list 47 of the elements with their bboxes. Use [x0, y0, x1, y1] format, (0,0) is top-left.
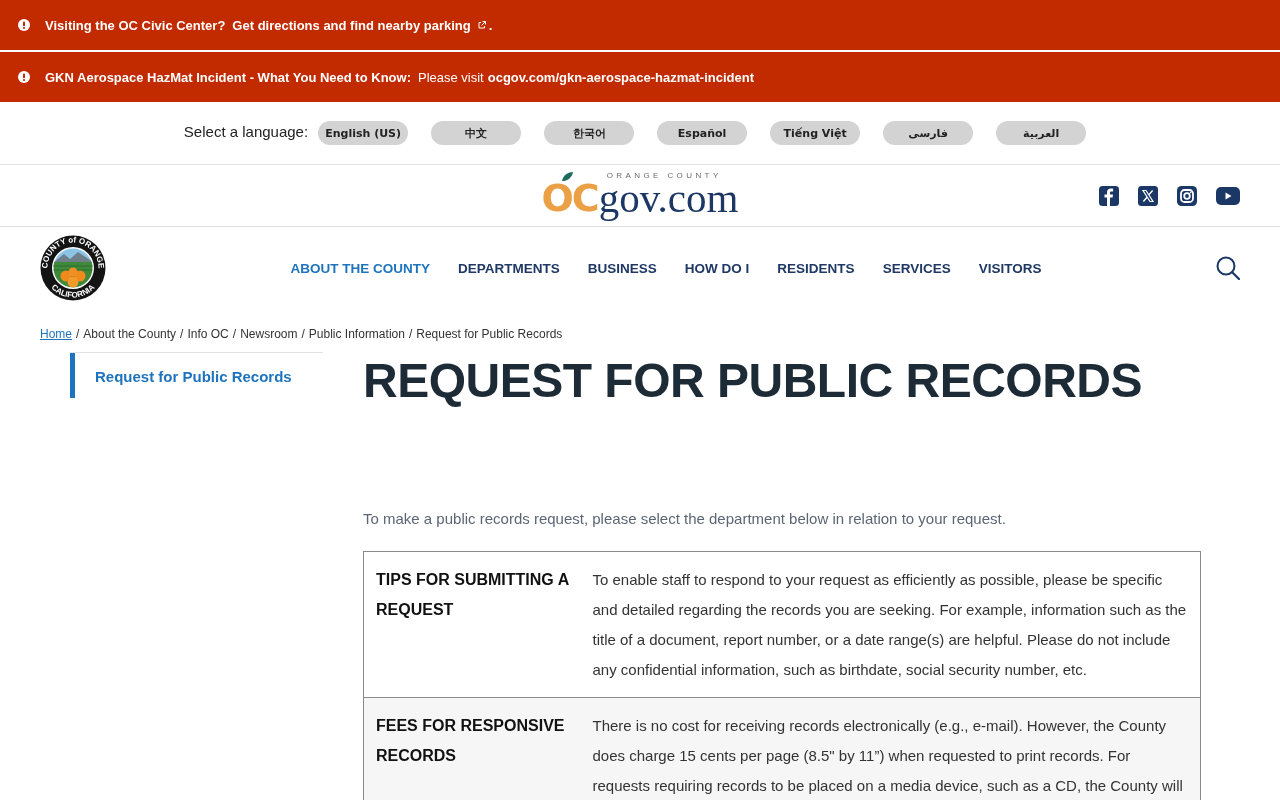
page-title: REQUEST FOR PUBLIC RECORDS	[363, 353, 1144, 409]
alert-title: Visiting the OC Civic Center?	[45, 17, 226, 33]
breadcrumb-separator: /	[232, 327, 237, 341]
intro-text: To make a public records request, please select the department below in relation to your request.	[363, 509, 1007, 529]
sidebar-link[interactable]: Request for Public Records	[70, 353, 323, 398]
nav-link[interactable]: SERVICES	[882, 260, 951, 276]
alert-suffix: .	[488, 17, 493, 33]
breadcrumb-separator: /	[180, 327, 184, 341]
language-button[interactable]: English (US)	[318, 121, 409, 145]
breadcrumb-separator: /	[76, 327, 80, 341]
alert-link[interactable]: Get directions and find nearby parking	[232, 17, 486, 33]
nav-link[interactable]: VISITORS	[978, 260, 1042, 276]
leaf-icon	[560, 171, 574, 182]
alert-icon	[18, 71, 30, 83]
x-icon[interactable]	[1138, 185, 1158, 206]
table-cell: There is no cost for receiving records electronically (e.g., e-mail). However, the County does charge 15 cents per page (8.5" by 11”) when requested to print records. For requests requiring records to be placed on a media device, such as a CD, the County will	[592, 697, 1201, 800]
search-icon[interactable]	[1216, 256, 1240, 280]
language-label: Select a language:	[183, 123, 309, 140]
table-cell: To enable staff to respond to your request as efficiently as possible, please be specific and detailed regarding the records you are seeking. For example, information such as the title of a document, report number, or a date range(s) are helpful. Please do not include any confidential information, such as birthdate, social security number, etc.	[592, 551, 1201, 698]
breadcrumb-item: Request for Public Records	[416, 327, 563, 341]
alert-message: Please visit	[417, 69, 484, 85]
breadcrumb-item: Info OC	[187, 327, 229, 341]
breadcrumb-separator: /	[301, 327, 305, 341]
nav-link[interactable]: DEPARTMENTS	[458, 260, 560, 276]
instagram-icon[interactable]	[1177, 185, 1197, 206]
breadcrumb-item: Public Information	[308, 327, 405, 341]
breadcrumb-separator: /	[408, 327, 413, 341]
row-heading: FEES FOR RESPONSIVE RECORDS	[363, 697, 593, 800]
language-button[interactable]: العربية	[996, 121, 1087, 145]
language-button[interactable]: Tiếng Việt	[770, 121, 861, 145]
breadcrumb-item: About the County	[83, 327, 177, 341]
facebook-icon[interactable]	[1099, 185, 1119, 206]
row-heading: TIPS FOR SUBMITTING A REQUEST	[363, 551, 593, 698]
language-button[interactable]: فارسی	[883, 121, 974, 145]
youtube-icon[interactable]	[1216, 186, 1240, 205]
language-button[interactable]: 한국어	[544, 121, 635, 145]
nav-link[interactable]: RESIDENTS	[777, 260, 855, 276]
nav-link[interactable]: ABOUT THE COUNTY	[290, 260, 431, 276]
language-button[interactable]: 中文	[431, 121, 522, 145]
alert-icon	[18, 19, 30, 31]
breadcrumb-item: Newsroom	[240, 327, 298, 341]
nav-link[interactable]: HOW DO I	[684, 260, 750, 276]
language-button[interactable]: Español	[657, 121, 748, 145]
alert-link[interactable]: ocgov.com/gkn-aerospace-hazmat-incident	[487, 69, 755, 85]
alert-title: GKN Aerospace HazMat Incident - What You Need to Know:	[45, 69, 411, 85]
breadcrumb-link[interactable]: Home	[40, 327, 72, 341]
nav-link[interactable]: BUSINESS	[587, 260, 657, 276]
